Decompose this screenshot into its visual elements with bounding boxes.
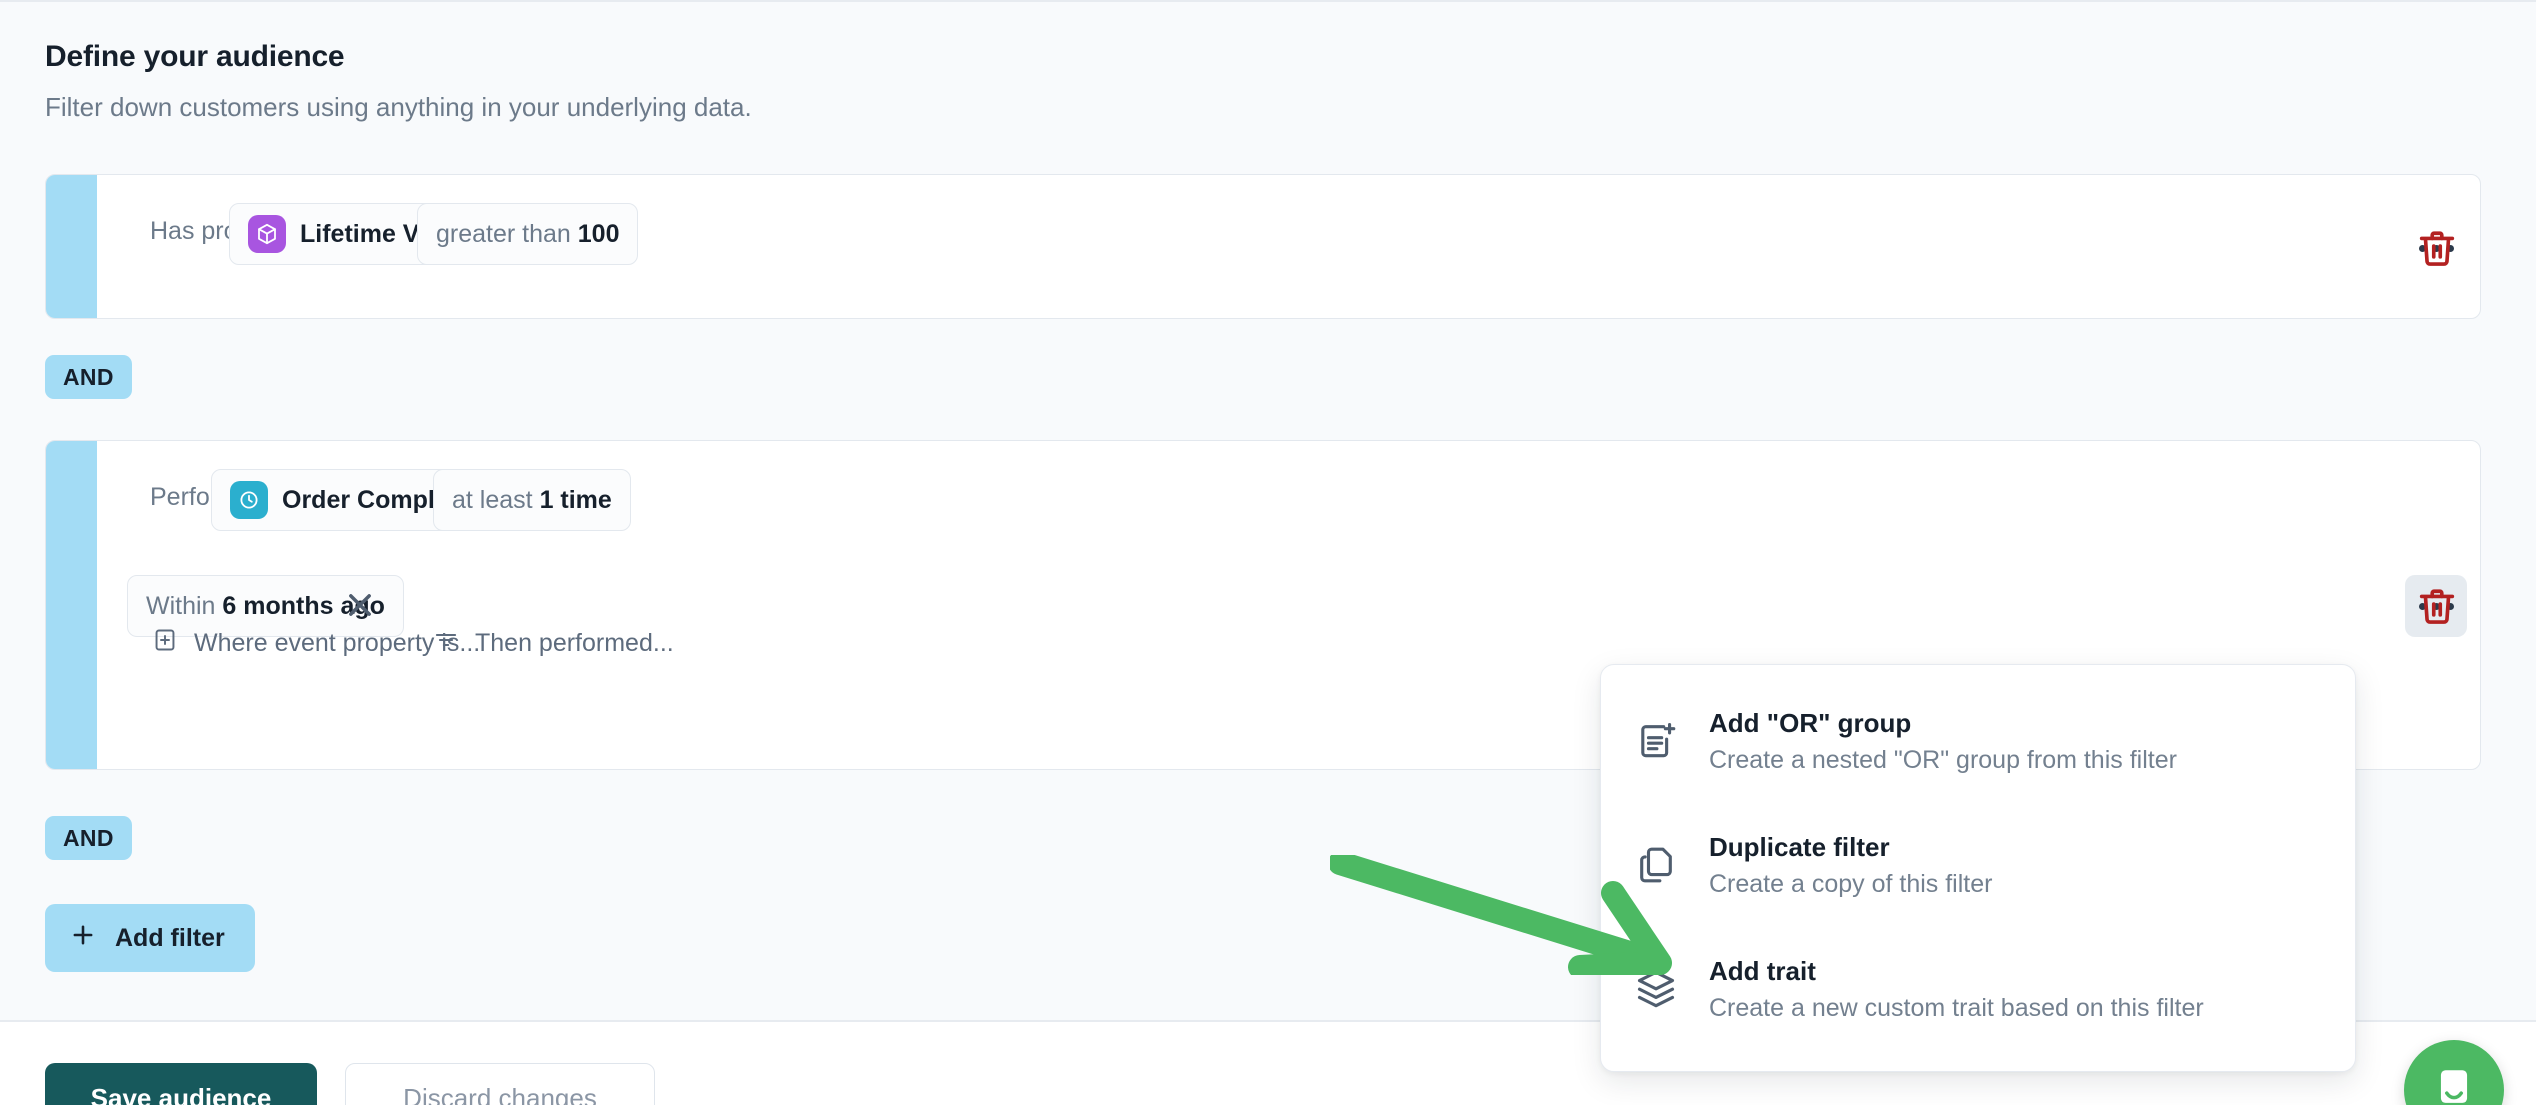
layers-icon xyxy=(1633,966,1679,1012)
plus-icon xyxy=(69,921,97,956)
filter-2-condition-prefix: at least xyxy=(452,485,540,514)
filter-2-then-performed-action[interactable]: Then performed... xyxy=(433,627,674,660)
audience-builder-page: Define your audience Filter down custome… xyxy=(0,0,2536,1105)
cube-icon xyxy=(248,215,286,253)
filter-accent-bar xyxy=(46,441,97,769)
filter-2-timeframe-remove-button[interactable] xyxy=(340,585,380,625)
filter-2-add-event-property-action[interactable]: Where event property is... xyxy=(152,627,480,660)
menu-item-add-or-group-description: Create a nested "OR" group from this fil… xyxy=(1709,745,2177,774)
filter-1-delete-button[interactable] xyxy=(2414,225,2460,271)
menu-item-add-or-group-title: Add "OR" group xyxy=(1709,707,1912,738)
filter-accent-bar xyxy=(46,175,97,318)
filter-1-condition-value: 100 xyxy=(577,219,620,248)
menu-item-add-trait-title: Add trait xyxy=(1709,955,1816,986)
filter-options-menu: Add "OR" group Create a nested "OR" grou… xyxy=(1600,664,2356,1072)
filter-2-delete-button[interactable] xyxy=(2414,583,2460,629)
save-audience-button[interactable]: Save audience xyxy=(45,1063,317,1105)
menu-item-add-or-group[interactable]: Add "OR" group Create a nested "OR" grou… xyxy=(1601,679,2355,803)
copy-icon xyxy=(1633,842,1679,888)
add-filter-button[interactable]: Add filter xyxy=(45,904,255,972)
filter-lines-icon xyxy=(433,627,459,660)
add-filter-label: Add filter xyxy=(115,923,225,952)
page-title: Define your audience xyxy=(45,40,345,73)
menu-item-duplicate-filter[interactable]: Duplicate filter Create a copy of this f… xyxy=(1601,803,2355,927)
filter-2-condition-value: 1 time xyxy=(539,485,612,514)
filter-card-1: Has property Lifetime Value greater than… xyxy=(45,174,2481,319)
filter-2-timeframe-prefix: Within xyxy=(146,591,223,620)
filter-2-condition-chip[interactable]: at least 1 time xyxy=(433,469,631,531)
top-divider xyxy=(0,0,2536,2)
connector-and-2[interactable]: AND xyxy=(45,816,132,860)
page-subtitle: Filter down customers using anything in … xyxy=(45,92,752,122)
menu-item-add-trait-description: Create a new custom trait based on this … xyxy=(1709,993,2204,1022)
filter-1-condition-prefix: greater than xyxy=(436,219,578,248)
discard-changes-button[interactable]: Discard changes xyxy=(345,1063,655,1105)
menu-item-duplicate-filter-title: Duplicate filter xyxy=(1709,831,1890,862)
document-add-icon xyxy=(1633,718,1679,764)
chat-smile-icon xyxy=(2426,1060,2482,1105)
menu-item-duplicate-filter-description: Create a copy of this filter xyxy=(1709,869,1993,898)
connector-and-1[interactable]: AND xyxy=(45,355,132,399)
filter-2-then-performed-label: Then performed... xyxy=(475,629,674,657)
filter-1-condition-chip[interactable]: greater than 100 xyxy=(417,203,639,265)
add-box-icon xyxy=(152,627,178,660)
clock-icon xyxy=(230,481,268,519)
menu-item-add-trait[interactable]: Add trait Create a new custom trait base… xyxy=(1601,927,2355,1051)
